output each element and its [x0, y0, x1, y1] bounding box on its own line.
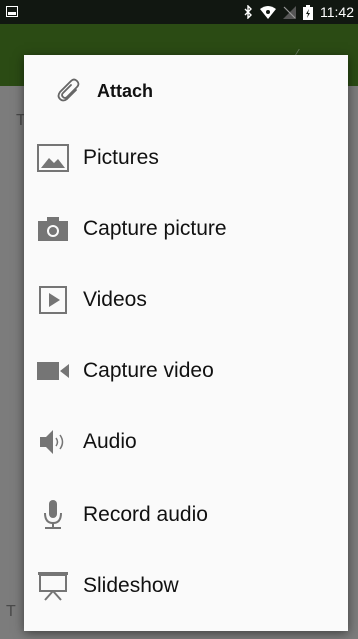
- speaker-icon: [36, 425, 70, 459]
- dialog-title: Attach: [97, 81, 154, 101]
- camera-icon: [36, 212, 70, 246]
- menu-item-capture-video[interactable]: Capture video: [24, 341, 348, 401]
- battery-icon: [303, 4, 313, 20]
- wifi-icon: [260, 5, 276, 19]
- slideshow-icon: [36, 569, 70, 603]
- menu-item-record-audio[interactable]: Record audio: [24, 485, 348, 545]
- menu-item-pictures[interactable]: Pictures: [24, 128, 348, 188]
- video-camera-icon: [36, 354, 70, 388]
- menu-item-videos[interactable]: Videos: [24, 270, 348, 330]
- paperclip-icon: [57, 78, 80, 102]
- menu-item-label: Audio: [83, 430, 137, 453]
- picture-icon: [36, 141, 70, 175]
- status-bar: 11:42: [0, 0, 358, 24]
- background-partial-text-bottom: T: [6, 603, 16, 620]
- menu-item-label: Pictures: [83, 146, 159, 169]
- bluetooth-icon: [244, 5, 252, 19]
- menu-item-label: Capture picture: [83, 217, 227, 240]
- menu-item-label: Slideshow: [83, 574, 179, 597]
- attach-dialog: Attach Pictures Capture picture Videos C…: [24, 55, 348, 631]
- status-time: 11:42: [320, 4, 354, 20]
- menu-item-slideshow[interactable]: Slideshow: [24, 556, 348, 616]
- menu-item-label: Record audio: [83, 503, 208, 526]
- menu-item-label: Videos: [83, 288, 147, 311]
- menu-item-capture-picture[interactable]: Capture picture: [24, 199, 348, 259]
- menu-item-audio[interactable]: Audio: [24, 412, 348, 472]
- microphone-icon: [36, 498, 70, 532]
- no-signal-icon: [283, 5, 296, 19]
- dialog-header: Attach: [24, 55, 348, 127]
- image-notification-icon: [6, 6, 18, 17]
- menu-item-label: Capture video: [83, 359, 214, 382]
- video-file-icon: [36, 283, 70, 317]
